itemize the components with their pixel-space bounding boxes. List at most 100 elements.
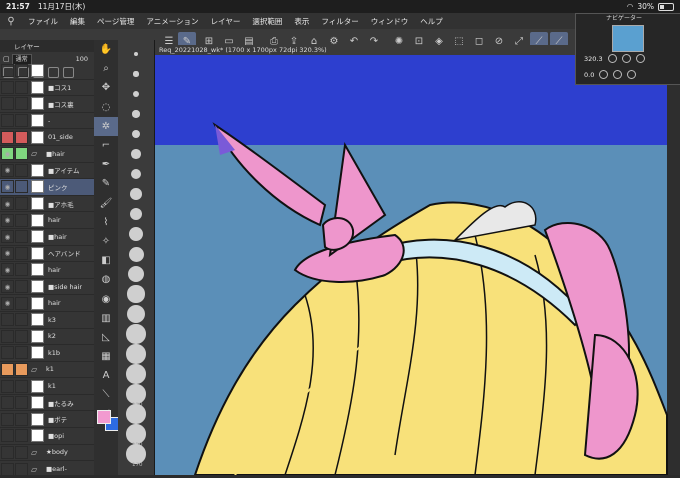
visibility-icon[interactable]: ◉ — [1, 263, 14, 277]
menu-animation[interactable]: アニメーション — [140, 16, 204, 27]
brush-size-preset[interactable] — [126, 324, 146, 344]
layer-row[interactable]: ■ボテ — [0, 411, 94, 429]
visibility-icon[interactable] — [1, 97, 14, 111]
brush-size-preset[interactable] — [126, 364, 146, 384]
menu-filter[interactable]: フィルター — [315, 16, 364, 27]
layer-row[interactable]: ◉ hair — [0, 262, 94, 279]
brush-size-preset[interactable] — [126, 424, 146, 444]
visibility-icon[interactable] — [1, 313, 14, 327]
layer-row[interactable]: ▱ k1 — [0, 362, 94, 379]
lock-icon[interactable] — [15, 147, 28, 161]
fill-tool-icon[interactable]: ◉ — [94, 289, 118, 308]
brush-size-preset[interactable] — [134, 52, 138, 56]
visibility-icon[interactable]: ◉ — [1, 296, 14, 310]
layer-row[interactable]: ◉ ■アイテム — [0, 163, 94, 180]
layer-row[interactable]: ■コス裏 — [0, 96, 94, 113]
brush-size-preset[interactable] — [126, 444, 146, 464]
visibility-icon[interactable] — [1, 362, 14, 376]
menu-edit[interactable]: 編集 — [64, 16, 91, 27]
layer-row[interactable]: ◉ ■side hair — [0, 279, 94, 296]
layer-row[interactable]: k1b — [0, 345, 94, 362]
opacity-value[interactable]: 100 — [76, 55, 88, 63]
layer-row[interactable]: ◉ ▱ ■hair — [0, 146, 94, 163]
visibility-icon[interactable] — [1, 462, 14, 476]
lock-icon[interactable] — [15, 97, 28, 111]
visibility-icon[interactable]: ◉ — [1, 163, 14, 177]
lock-icon[interactable] — [15, 263, 28, 277]
lasso-tool-icon[interactable]: ◌ — [94, 98, 118, 117]
layer-row[interactable]: ■opi — [0, 428, 94, 445]
visibility-icon[interactable] — [1, 346, 14, 360]
visibility-icon[interactable] — [1, 64, 14, 78]
navigator-thumbnail[interactable] — [612, 25, 644, 52]
zoom-in-icon[interactable] — [621, 54, 631, 63]
lock-icon[interactable] — [15, 362, 28, 376]
layer-row[interactable]: k1 — [0, 378, 94, 395]
decoration-icon[interactable]: ✧ — [94, 232, 118, 251]
visibility-icon[interactable] — [1, 80, 14, 94]
layer-row[interactable]: ▱ ★body — [0, 445, 94, 462]
visibility-icon[interactable]: ◉ — [1, 147, 14, 161]
visibility-icon[interactable] — [1, 114, 14, 128]
brush-size-preset[interactable] — [127, 285, 145, 303]
lock-icon[interactable] — [15, 64, 28, 78]
rotate-left-icon[interactable] — [599, 70, 609, 79]
brush-size-preset[interactable] — [130, 188, 142, 200]
foreground-color-swatch[interactable] — [97, 410, 111, 424]
visibility-icon[interactable] — [1, 445, 14, 459]
visibility-icon[interactable] — [1, 429, 14, 443]
canvas[interactable] — [155, 55, 680, 475]
lock-icon[interactable] — [15, 379, 28, 393]
lock-icon[interactable] — [15, 396, 28, 410]
layer-row[interactable]: ◉ hair — [0, 295, 94, 312]
eraser-icon[interactable]: ◧ — [94, 251, 118, 270]
navigator-rotation-value[interactable]: 0.0 — [584, 71, 594, 79]
visibility-icon[interactable]: ◉ — [1, 230, 14, 244]
lock-icon[interactable] — [15, 197, 28, 211]
layer-row[interactable]: k2 — [0, 329, 94, 346]
reset-rotation-icon[interactable] — [627, 70, 637, 79]
brush-size-preset[interactable] — [126, 404, 146, 424]
frame-icon[interactable]: ▦ — [94, 347, 118, 366]
brush-tool-icon[interactable]: 🖌 — [94, 194, 118, 213]
lock-icon[interactable] — [15, 180, 28, 194]
lock-icon[interactable] — [15, 313, 28, 327]
menu-layer[interactable]: レイヤー — [205, 16, 247, 27]
hand-tool-icon[interactable]: ✋ — [94, 40, 118, 59]
visibility-icon[interactable]: ◉ — [1, 197, 14, 211]
figure-icon[interactable]: ◺ — [94, 328, 118, 347]
menu-view[interactable]: 表示 — [288, 16, 315, 27]
layer-row[interactable]: ■コス1 — [0, 80, 94, 97]
brush-size-preset[interactable] — [129, 207, 143, 221]
navigator-zoom-value[interactable]: 320.3 — [584, 55, 603, 63]
lock-icon[interactable] — [15, 246, 28, 260]
layer-row[interactable] — [0, 63, 94, 80]
visibility-icon[interactable]: ◉ — [1, 246, 14, 260]
brush-size-preset[interactable] — [132, 90, 140, 98]
balloon-icon[interactable]: ⟍ — [94, 385, 118, 404]
menu-help[interactable]: ヘルプ — [414, 16, 449, 27]
lock-icon[interactable] — [15, 412, 28, 426]
lock-icon[interactable] — [15, 346, 28, 360]
brush-size-preset[interactable] — [126, 304, 146, 324]
visibility-icon[interactable] — [1, 412, 14, 426]
blend-tool-icon[interactable]: ◍ — [94, 270, 118, 289]
lock-icon[interactable] — [15, 462, 28, 476]
text-tool-icon[interactable]: A — [94, 366, 118, 385]
visibility-icon[interactable] — [1, 130, 14, 144]
pencil-tool-icon[interactable]: ✎ — [94, 174, 118, 193]
lock-icon[interactable] — [15, 80, 28, 94]
lock-icon[interactable] — [15, 445, 28, 459]
lock-icon[interactable] — [15, 230, 28, 244]
visibility-icon[interactable]: ◉ — [1, 280, 14, 294]
layer-row[interactable]: 01_side — [0, 129, 94, 146]
gradient-icon[interactable]: ▥ — [94, 309, 118, 328]
lock-icon[interactable] — [15, 130, 28, 144]
move-tool-icon[interactable]: ✥ — [94, 78, 118, 97]
layer-row[interactable]: ■たるみ — [0, 395, 94, 412]
brush-size-preset[interactable] — [131, 149, 141, 159]
layer-row[interactable]: ◉ hair — [0, 212, 94, 229]
layer-row[interactable]: ◉ ■hair — [0, 229, 94, 246]
pen-tool-icon[interactable]: ✒ — [94, 155, 118, 174]
lock-icon[interactable] — [15, 429, 28, 443]
